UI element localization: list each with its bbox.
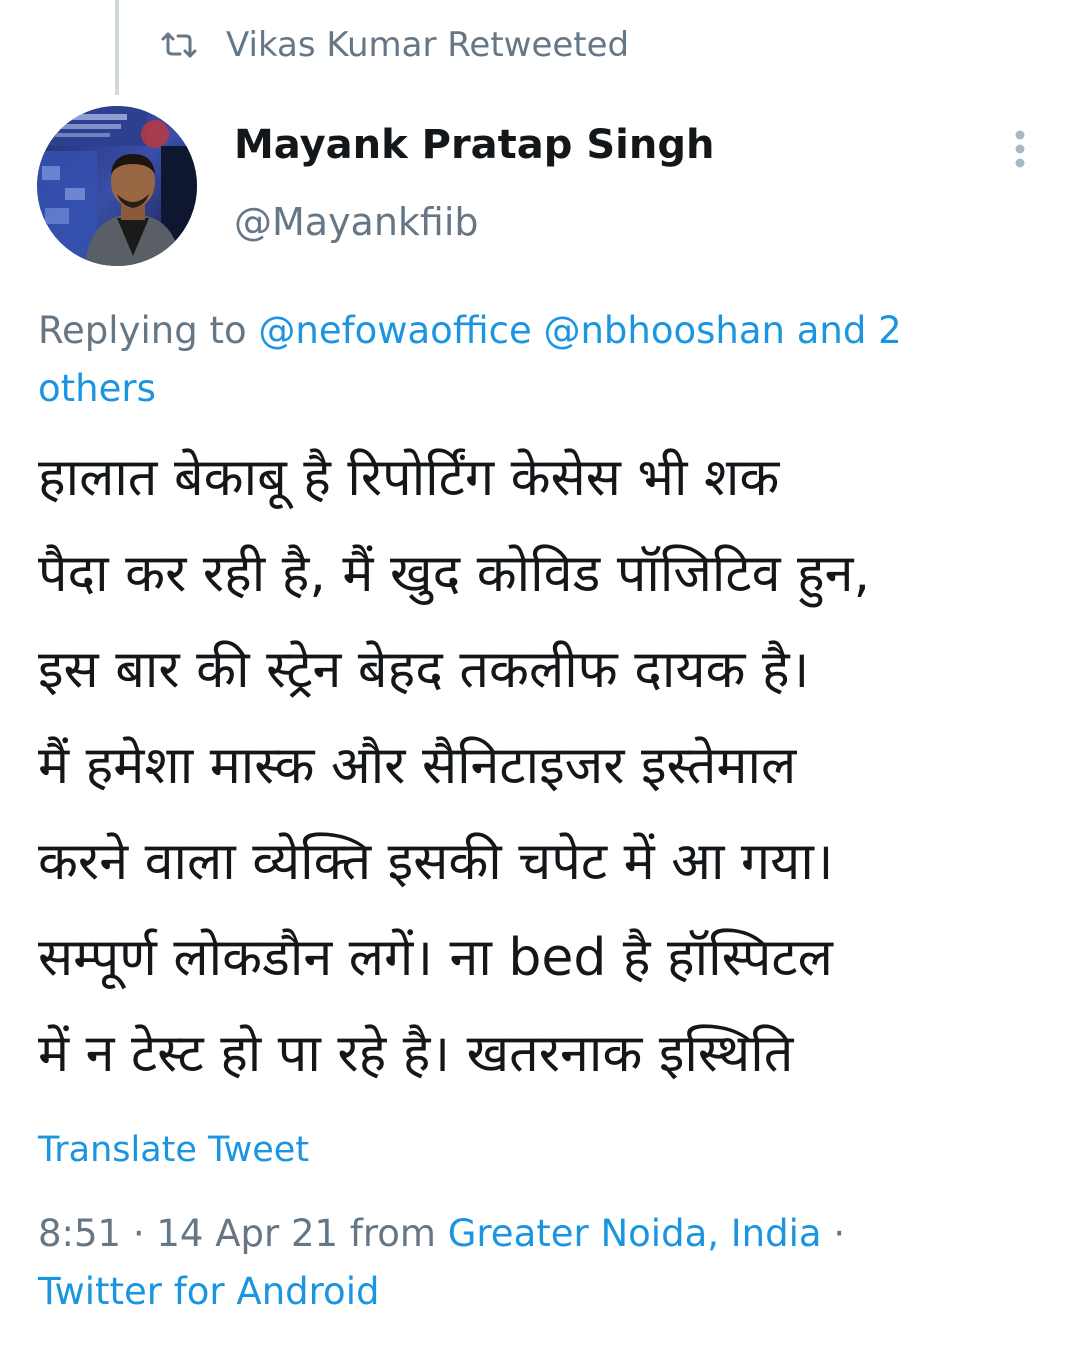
mention-link[interactable]: @nefowaoffice bbox=[258, 309, 531, 352]
more-vertical-icon bbox=[1014, 129, 1026, 173]
tweet-detail-page: Vikas Kumar Retweeted Mayank Pratap Sing… bbox=[0, 0, 1080, 1353]
others-link[interactable]: and 2 bbox=[797, 309, 902, 352]
tweet-text-line: मैं हमेशा मास्क और सैनिटाइजर इस्तेमाल bbox=[38, 736, 797, 796]
tweet-metadata-line-2: Twitter for Android bbox=[38, 1263, 1048, 1321]
tweet-date: 14 Apr 21 bbox=[156, 1212, 339, 1255]
author-handle[interactable]: @Mayankfiib bbox=[234, 200, 479, 244]
tweet-text: हालात बेकाबू है रिपोर्टिंग केसेस भी शक प… bbox=[38, 430, 1068, 1102]
location-link[interactable]: Greater Noida, India bbox=[448, 1212, 822, 1255]
mention-link[interactable]: @nbhooshan bbox=[543, 309, 785, 352]
tweet-text-line: में न टेस्ट हो पा रहे है। खतरनाक इस्थिति bbox=[38, 1024, 794, 1084]
retweet-context[interactable]: Vikas Kumar Retweeted bbox=[160, 20, 629, 70]
tweet-time: 8:51 bbox=[38, 1212, 122, 1255]
replying-to: Replying to @nefowaoffice @nbhooshan and… bbox=[38, 302, 1048, 418]
tweet-text-line: इस बार की स्ट्रेन बेहद तकलीफ दायक है। bbox=[38, 640, 810, 700]
retweeted-by-text: Vikas Kumar Retweeted bbox=[226, 25, 630, 65]
retweet-icon bbox=[160, 30, 198, 60]
replying-to-line-2: others bbox=[38, 360, 1048, 418]
author-display-name[interactable]: Mayank Pratap Singh bbox=[234, 122, 714, 168]
others-link[interactable]: others bbox=[38, 367, 156, 410]
tweet-text-line: हालात बेकाबू है रिपोर्टिंग केसेस भी शक bbox=[38, 448, 780, 508]
translate-tweet-link[interactable]: Translate Tweet bbox=[38, 1130, 309, 1170]
source-link[interactable]: Twitter for Android bbox=[38, 1270, 379, 1313]
tweet-metadata-line-1: 8:51 · 14 Apr 21 from Greater Noida, Ind… bbox=[38, 1205, 1048, 1263]
replying-to-label: Replying to bbox=[38, 309, 247, 352]
tweet-text-line: करने वाला व्येक्ति इसकी चपेट में आ गया। bbox=[38, 832, 834, 892]
thread-line bbox=[115, 0, 119, 95]
tweet-metadata: 8:51 · 14 Apr 21 from Greater Noida, Ind… bbox=[38, 1205, 1048, 1321]
tweet-text-line: सम्पूर्ण लोकडौन लगें। ना bed है हॉस्पिटल bbox=[38, 928, 833, 988]
more-options-button[interactable] bbox=[1000, 126, 1040, 176]
tweet-text-line: पैदा कर रही है, मैं खुद कोविड पॉजिटिव हु… bbox=[38, 544, 871, 604]
avatar[interactable] bbox=[37, 106, 197, 266]
meta-separator: · bbox=[132, 1212, 145, 1255]
meta-separator: · bbox=[833, 1212, 846, 1255]
from-label: from bbox=[349, 1212, 436, 1255]
replying-to-line-1: Replying to @nefowaoffice @nbhooshan and… bbox=[38, 302, 1048, 360]
